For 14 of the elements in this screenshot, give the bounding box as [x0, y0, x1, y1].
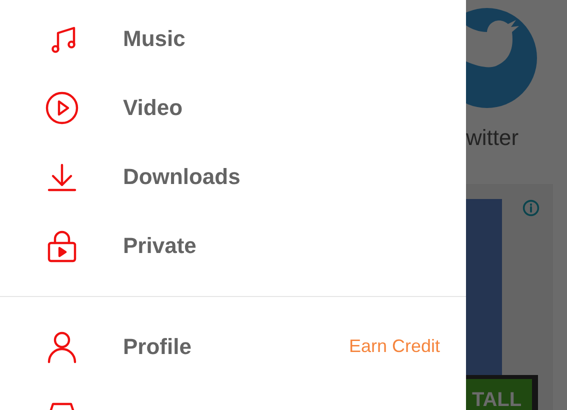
menu-item[interactable]: Video — [0, 73, 466, 142]
menu-label: Profile — [123, 334, 192, 360]
info-icon[interactable] — [522, 199, 540, 217]
menu-label: Private — [123, 232, 196, 258]
dim-overlay[interactable] — [466, 0, 567, 410]
menu-item[interactable]: Private — [0, 211, 466, 280]
menu-item[interactable]: Downloads — [0, 142, 466, 211]
menu-item[interactable]: Music — [0, 4, 466, 73]
app-label: witter — [466, 126, 520, 150]
menu-label: Downloads — [123, 164, 240, 190]
menu-label: Music — [123, 26, 186, 52]
menu-item[interactable]: Profile Earn Credit — [0, 312, 466, 381]
menu-label: Video — [123, 94, 183, 120]
play-circle-icon — [44, 90, 80, 126]
